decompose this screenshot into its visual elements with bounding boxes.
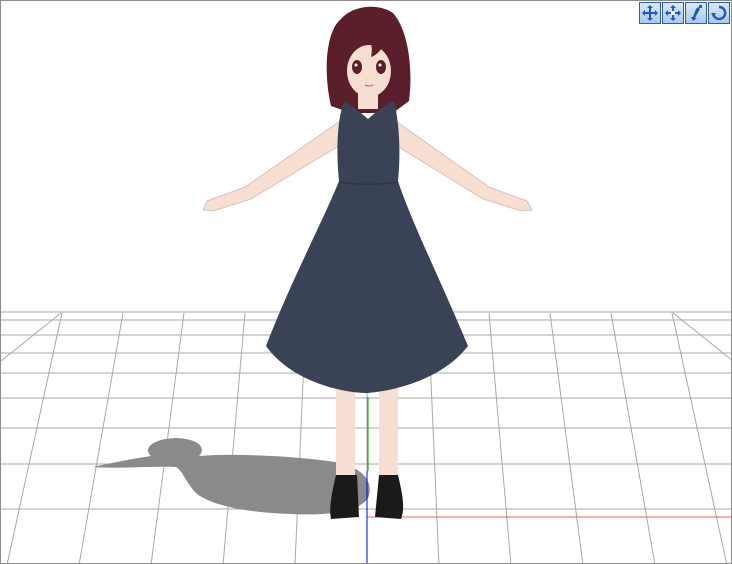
translate-button[interactable] [662,2,684,24]
zoom-button[interactable] [685,2,707,24]
translate-icon [665,5,681,21]
rotate-button[interactable] [708,2,730,24]
rotate-icon [711,5,727,21]
move-view-button[interactable] [639,2,661,24]
model-viewport[interactable] [0,0,732,564]
right-shoe [375,475,404,519]
view-toolbar [639,2,730,24]
left-leg [336,381,355,481]
right-leg [379,381,398,481]
left-arm [202,118,348,212]
dress [266,101,468,393]
right-eye-highlight [378,63,382,67]
scene-canvas[interactable] [1,1,732,564]
model-shadow [93,438,370,515]
left-shoe [330,475,359,519]
right-eye [376,60,386,74]
zoom-icon [691,5,702,21]
right-arm [388,118,533,212]
left-eye-highlight [354,63,358,67]
move-view-icon [642,5,658,21]
left-eye [352,60,362,74]
